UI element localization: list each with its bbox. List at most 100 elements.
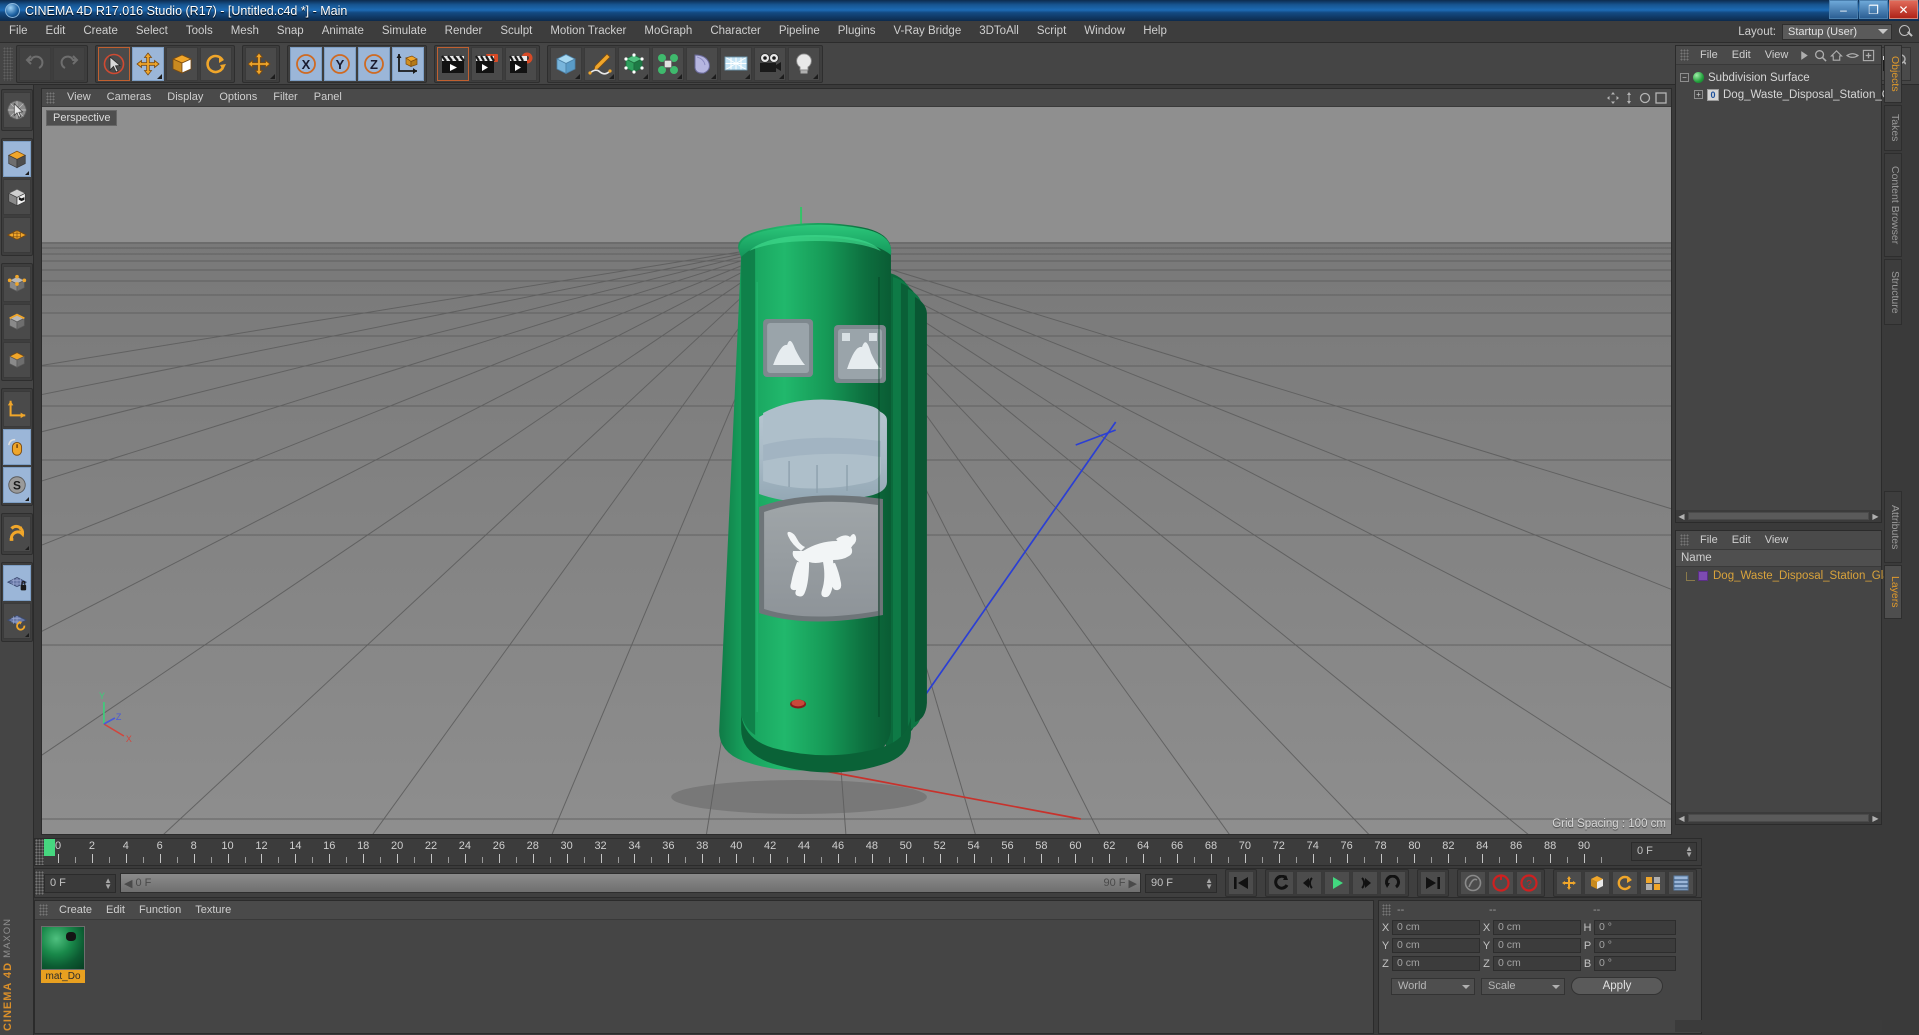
menu-item-mograph[interactable]: MoGraph	[635, 21, 701, 42]
spinner-icon[interactable]: ▲ ▼	[1205, 876, 1213, 890]
menu-item-tools[interactable]: Tools	[177, 21, 222, 42]
menu-item-select[interactable]: Select	[127, 21, 177, 42]
object-manager-menu-view[interactable]: View	[1758, 46, 1796, 64]
menu-item-window[interactable]: Window	[1075, 21, 1134, 42]
object-manager-menu-file[interactable]: File	[1693, 46, 1725, 64]
coord-input-rotation-b[interactable]: 0 °	[1594, 956, 1676, 971]
scroll-thumb[interactable]	[1688, 512, 1869, 520]
home-icon[interactable]	[1830, 49, 1844, 62]
scroll-left-icon[interactable]: ◀	[1676, 813, 1687, 824]
layer-manager-menu-edit[interactable]: Edit	[1725, 531, 1758, 549]
transform-mode-dropdown[interactable]: Scale	[1481, 977, 1565, 995]
close-button[interactable]: ✕	[1889, 0, 1918, 19]
spline-pen-icon[interactable]	[584, 46, 616, 81]
key-rotation-icon[interactable]	[1612, 871, 1638, 895]
layer-row[interactable]: Dog_Waste_Disposal_Station_Gla	[1676, 567, 1890, 585]
spinner-icon[interactable]: ▲ ▼	[104, 876, 112, 890]
timeline-scrub-slider[interactable]: ◀ 0 F 90 F ▶	[120, 873, 1141, 893]
live-selection-icon[interactable]	[2, 92, 31, 128]
layer-manager-menu-file[interactable]: File	[1693, 531, 1725, 549]
menu-item-vray-bridge[interactable]: V-Ray Bridge	[884, 21, 970, 42]
viewport-menu-display[interactable]: Display	[159, 89, 211, 106]
tab-layers[interactable]: Layers	[1884, 565, 1902, 619]
coord-input-rotation-p[interactable]: 0 °	[1594, 938, 1676, 953]
live-selection-tool-icon[interactable]	[98, 46, 130, 81]
material-menu-texture[interactable]: Texture	[188, 901, 238, 919]
enable-snap-icon[interactable]: S	[2, 467, 31, 503]
texture-mode-icon[interactable]	[2, 179, 31, 215]
go-to-start-icon[interactable]	[1228, 871, 1254, 895]
menu-item-character[interactable]: Character	[701, 21, 770, 42]
play-reverse-icon[interactable]	[1268, 871, 1294, 895]
coord-input-position-x[interactable]: 0 cm	[1392, 920, 1480, 935]
workplane-lock-icon[interactable]	[2, 565, 31, 601]
object-manager-grip[interactable]	[1680, 49, 1689, 61]
material-manager-grip[interactable]	[39, 904, 48, 916]
menu-item-animate[interactable]: Animate	[313, 21, 373, 42]
object-manager-menu-edit[interactable]: Edit	[1725, 46, 1758, 64]
axis-y-icon[interactable]: Y	[324, 46, 356, 81]
go-to-end-icon[interactable]	[1420, 871, 1446, 895]
axis-z-icon[interactable]: Z	[358, 46, 390, 81]
axis-modify-icon[interactable]	[2, 391, 31, 427]
menu-item-motion-tracker[interactable]: Motion Tracker	[541, 21, 635, 42]
perspective-viewport[interactable]: View Cameras Display Options Filter Pane…	[41, 88, 1672, 835]
expand-toggle-icon[interactable]: +	[1694, 90, 1703, 99]
menu-item-help[interactable]: Help	[1134, 21, 1176, 42]
viewport-menu-view[interactable]: View	[59, 89, 99, 106]
cube-primitive-icon[interactable]	[550, 46, 582, 81]
key-scale-icon[interactable]	[1584, 871, 1610, 895]
layer-manager-grip[interactable]	[1680, 534, 1689, 546]
floor-environment-icon[interactable]	[720, 46, 752, 81]
tab-takes[interactable]: Takes	[1884, 105, 1902, 151]
move-tool-icon[interactable]	[132, 46, 164, 81]
mograph-array-icon[interactable]	[652, 46, 684, 81]
rotate-tool-icon[interactable]	[200, 46, 232, 81]
coordinates-grip[interactable]	[1382, 903, 1391, 916]
viewport-3d-scene[interactable]: Y X Z	[42, 107, 1671, 835]
spinner-icon[interactable]: ▲ ▼	[1685, 845, 1693, 859]
layer-manager-hscrollbar[interactable]: ◀ ▶	[1676, 812, 1881, 824]
maximize-view-icon[interactable]	[1655, 91, 1667, 104]
object-row-dog-waste-station[interactable]: + 0 Dog_Waste_Disposal_Station_Gl	[1680, 86, 1893, 103]
menu-item-3dtoall[interactable]: 3DToAll	[970, 21, 1028, 42]
step-forward-icon[interactable]	[1352, 871, 1378, 895]
scale-tool-icon[interactable]	[166, 46, 198, 81]
menu-item-plugins[interactable]: Plugins	[829, 21, 885, 42]
menu-item-create[interactable]: Create	[74, 21, 127, 42]
viewport-menu-cameras[interactable]: Cameras	[99, 89, 160, 106]
layout-dropdown[interactable]: Startup (User)	[1782, 23, 1892, 40]
apply-button[interactable]: Apply	[1571, 977, 1663, 995]
polygon-mode-icon[interactable]	[2, 217, 31, 253]
record-question-icon[interactable]: ?	[1516, 871, 1542, 895]
scroll-right-icon[interactable]: ▶	[1870, 511, 1881, 522]
timeline-ruler[interactable]: 0 2 4 6 8 10 12 14 16 18 20 22 24 26 28 30 32 34 36 38 40 42 4…	[44, 839, 1628, 865]
rotate-view-icon[interactable]	[1639, 92, 1651, 104]
fit-icon[interactable]	[1862, 49, 1875, 62]
render-settings-icon[interactable]	[505, 46, 537, 81]
model-mode-icon[interactable]	[2, 141, 31, 177]
material-menu-create[interactable]: Create	[52, 901, 99, 919]
scroll-left-icon[interactable]: ◀	[1676, 511, 1687, 522]
pan-view-icon[interactable]	[1607, 91, 1619, 104]
viewport-solo-icon[interactable]	[2, 429, 31, 465]
record-icon[interactable]	[1488, 871, 1514, 895]
animation-end-frame-field[interactable]: 90 F ▲ ▼	[1145, 873, 1217, 893]
menu-item-pipeline[interactable]: Pipeline	[770, 21, 829, 42]
current-frame-marker[interactable]	[44, 839, 55, 856]
menu-item-simulate[interactable]: Simulate	[373, 21, 436, 42]
transport-grip[interactable]	[35, 871, 44, 895]
tab-content-browser[interactable]: Content Browser	[1884, 153, 1902, 257]
magnet-icon[interactable]	[2, 516, 31, 552]
material-tile[interactable]: mat_Do	[41, 926, 85, 983]
deformer-bend-icon[interactable]	[686, 46, 718, 81]
camera-icon[interactable]	[754, 46, 786, 81]
render-view-icon[interactable]	[437, 46, 469, 81]
autokey-icon[interactable]	[1460, 871, 1486, 895]
points-mode-icon[interactable]	[2, 266, 31, 302]
scroll-thumb[interactable]	[1688, 814, 1869, 822]
eye-icon[interactable]	[1846, 49, 1860, 62]
menu-item-file[interactable]: File	[0, 21, 37, 42]
search-icon[interactable]	[1898, 24, 1913, 39]
light-icon[interactable]	[788, 46, 820, 81]
